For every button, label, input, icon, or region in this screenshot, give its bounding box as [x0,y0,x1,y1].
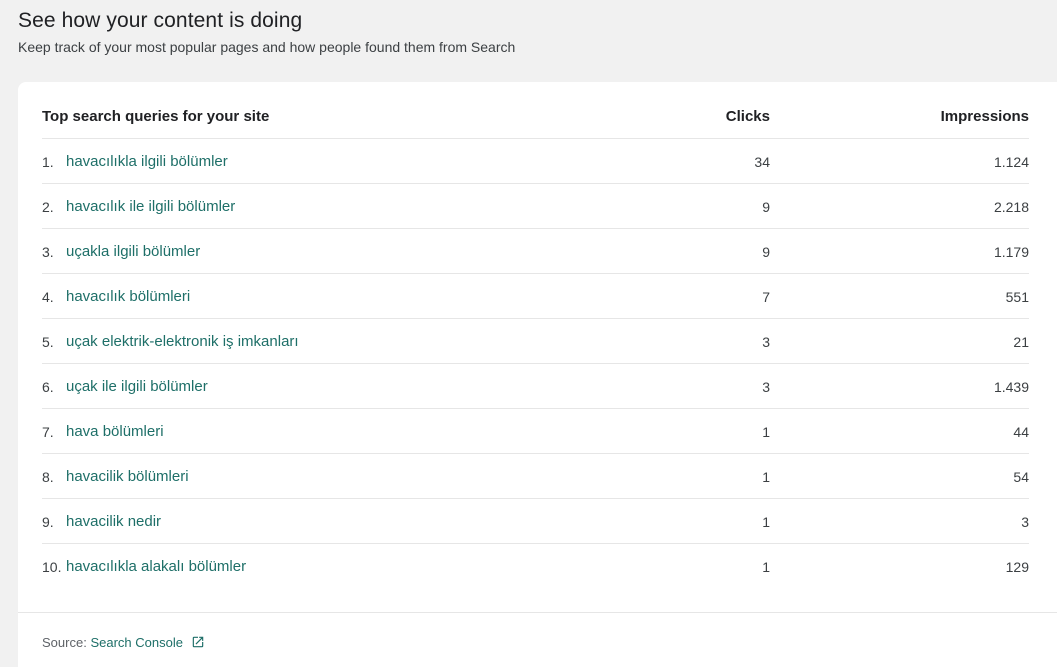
query-link[interactable]: havacılıkla ilgili bölümler [66,153,228,170]
row-rank: 1. [42,154,54,170]
source-line: Source: Search Console [42,635,205,650]
section-header: See how your content is doing Keep track… [18,9,515,55]
query-link[interactable]: uçak ile ilgili bölümler [66,378,208,395]
row-impressions: 551 [1005,289,1029,305]
row-impressions: 2.218 [993,199,1029,215]
row-clicks: 1 [762,424,770,440]
table-row: 3. uçakla ilgili bölümler 9 1.179 [42,229,1029,274]
search-console-link[interactable]: Search Console [90,635,183,650]
table-row: 10. havacılıkla alakalı bölümler 1 129 [42,544,1029,589]
table-row: 8. havacilik bölümleri 1 54 [42,454,1029,499]
row-rank: 10. [42,559,62,575]
row-impressions: 54 [1013,469,1029,485]
row-rank: 7. [42,424,54,440]
table-row: 4. havacılık bölümleri 7 551 [42,274,1029,319]
table-body: 1. havacılıkla ilgili bölümler 34 1.124 2. ha… [42,139,1029,589]
row-rank: 5. [42,334,54,350]
table-row: 7. hava bölümleri 1 44 [42,409,1029,454]
row-clicks: 1 [762,469,770,485]
row-impressions: 3 [1021,514,1029,530]
query-link[interactable]: uçak elektrik-elektronik iş imkanları [66,333,299,350]
external-link-icon[interactable] [191,635,205,649]
row-clicks: 1 [762,514,770,530]
page-subtitle: Keep track of your most popular pages an… [18,39,516,55]
row-impressions: 129 [1005,559,1029,575]
row-rank: 6. [42,379,54,395]
row-clicks: 7 [762,289,770,305]
column-header-impressions: Impressions [940,108,1029,125]
source-label: Source: [42,635,87,650]
query-link[interactable]: havacilik nedir [66,513,161,530]
row-rank: 3. [42,244,54,260]
table-row: 2. havacılık ile ilgili bölümler 9 2.218 [42,184,1029,229]
column-header-query: Top search queries for your site [42,108,270,125]
query-link[interactable]: havacılıkla alakalı bölümler [66,558,246,575]
queries-card: Top search queries for your site Clicks … [18,82,1057,667]
row-clicks: 9 [762,199,770,215]
row-impressions: 21 [1013,334,1029,350]
table-row: 9. havacilik nedir 1 3 [42,499,1029,544]
query-link[interactable]: hava bölümleri [66,423,164,440]
query-link[interactable]: havacilik bölümleri [66,468,189,485]
column-header-clicks: Clicks [725,108,770,125]
query-link[interactable]: havacılık bölümleri [66,288,190,305]
row-rank: 2. [42,199,54,215]
row-rank: 4. [42,289,54,305]
query-link[interactable]: uçakla ilgili bölümler [66,243,200,260]
row-impressions: 1.179 [993,244,1029,260]
row-impressions: 44 [1013,424,1029,440]
row-rank: 9. [42,514,54,530]
table-row: 1. havacılıkla ilgili bölümler 34 1.124 [42,139,1029,184]
query-link[interactable]: havacılık ile ilgili bölümler [66,198,235,215]
row-clicks: 3 [762,334,770,350]
row-clicks: 9 [762,244,770,260]
row-rank: 8. [42,469,54,485]
row-clicks: 34 [754,154,770,170]
row-impressions: 1.439 [993,379,1029,395]
page-title: See how your content is doing [18,9,303,32]
row-clicks: 1 [762,559,770,575]
table-row: 5. uçak elektrik-elektronik iş imkanları 3… [42,319,1029,364]
row-clicks: 3 [762,379,770,395]
row-impressions: 1.124 [993,154,1029,170]
table-header: Top search queries for your site Clicks … [42,82,1029,139]
card-footer: Source: Search Console [18,612,1057,650]
table-row: 6. uçak ile ilgili bölümler 3 1.439 [42,364,1029,409]
